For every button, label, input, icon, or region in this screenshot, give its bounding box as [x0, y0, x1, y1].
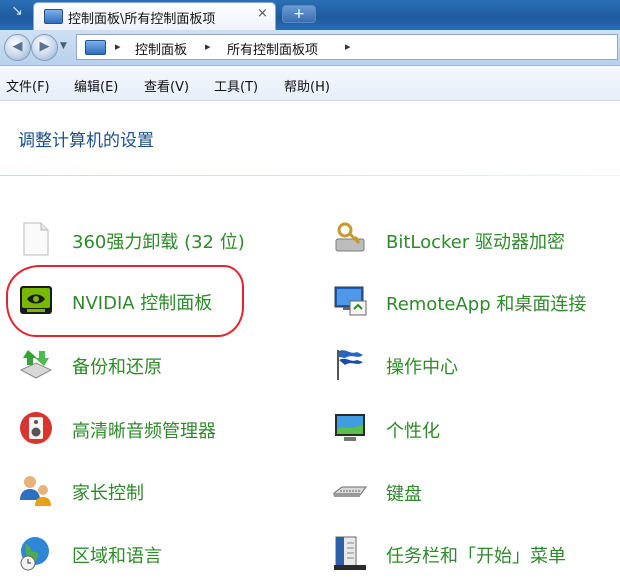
- divider: [0, 175, 620, 176]
- item-region-language[interactable]: 区域和语言: [18, 533, 268, 573]
- control-panel-icon: [85, 40, 106, 55]
- backup-icon: [19, 350, 53, 379]
- item-label: 备份和还原: [72, 357, 162, 378]
- tab-strip: ↘ 控制面板\所有控制面板项 × +: [0, 0, 620, 30]
- personalization-monitor-icon: [335, 414, 365, 441]
- page-title: 调整计算机的设置: [18, 131, 154, 151]
- control-panel-icon: [44, 9, 63, 24]
- item-taskbar-start-menu[interactable]: 任务栏和「开始」菜单: [332, 533, 612, 573]
- item-personalization[interactable]: 个性化: [332, 408, 612, 448]
- back-button[interactable]: ◀: [4, 34, 31, 61]
- breadcrumb-separator-icon[interactable]: ▸: [205, 40, 211, 53]
- breadcrumb-separator-icon[interactable]: ▸: [115, 40, 121, 53]
- annotation-highlight-circle: [6, 265, 244, 337]
- tab-control-panel[interactable]: 控制面板\所有控制面板项 ×: [33, 2, 276, 30]
- item-label: 高清晰音频管理器: [72, 421, 216, 442]
- item-label: BitLocker 驱动器加密: [386, 232, 566, 253]
- breadcrumb-control-panel[interactable]: 控制面板: [135, 39, 187, 58]
- item-label: 键盘: [386, 484, 422, 505]
- item-label: RemoteApp 和桌面连接: [386, 294, 587, 315]
- remoteapp-icon: [334, 286, 367, 316]
- menu-edit[interactable]: 编辑(E): [74, 76, 118, 95]
- item-label: 家长控制: [72, 483, 144, 504]
- item-backup-restore[interactable]: 备份和还原: [18, 344, 268, 384]
- parental-control-icon: [20, 476, 51, 506]
- recent-pages-dropdown-icon[interactable]: ▼: [60, 41, 67, 51]
- item-label: 360强力卸载 (32 位): [72, 232, 245, 253]
- globe-clock-icon: [20, 537, 49, 571]
- menu-file[interactable]: 文件(F): [6, 76, 50, 95]
- item-bitlocker[interactable]: BitLocker 驱动器加密: [332, 219, 612, 259]
- item-remoteapp[interactable]: RemoteApp 和桌面连接: [332, 281, 612, 321]
- breadcrumb-all-items[interactable]: 所有控制面板项: [227, 39, 318, 58]
- item-hd-audio-manager[interactable]: 高清晰音频管理器: [18, 408, 268, 448]
- bitlocker-key-icon: [335, 222, 365, 252]
- item-label: 任务栏和「开始」菜单: [386, 546, 566, 567]
- new-tab-button[interactable]: +: [282, 5, 316, 23]
- audio-speaker-icon: [20, 412, 52, 444]
- keyboard-icon: [333, 486, 367, 497]
- menu-view[interactable]: 查看(V): [144, 76, 189, 95]
- taskbar-start-menu-icon: [334, 536, 366, 570]
- item-label: 个性化: [386, 421, 440, 442]
- item-keyboard[interactable]: 键盘: [332, 471, 612, 511]
- item-action-center[interactable]: 操作中心: [332, 344, 612, 384]
- navigation-bar: ◀ ▶ ▼ ▸ 控制面板 ▸ 所有控制面板项 ▸: [0, 30, 620, 66]
- action-center-flag-icon: [337, 350, 363, 380]
- item-360-uninstall[interactable]: 360强力卸载 (32 位): [18, 219, 268, 259]
- item-parental-controls[interactable]: 家长控制: [18, 470, 268, 510]
- item-label: 区域和语言: [72, 546, 162, 567]
- tab-title: 控制面板\所有控制面板项: [68, 12, 216, 27]
- item-label: 操作中心: [386, 357, 458, 378]
- blank-document-icon: [23, 222, 49, 256]
- address-bar[interactable]: ▸ 控制面板 ▸ 所有控制面板项 ▸: [76, 34, 618, 60]
- menu-tools[interactable]: 工具(T): [214, 76, 258, 95]
- menu-bar: 文件(F) 编辑(E) 查看(V) 工具(T) 帮助(H): [0, 66, 620, 101]
- pin-icon[interactable]: ↘: [2, 0, 32, 26]
- close-tab-icon[interactable]: ×: [257, 6, 268, 21]
- breadcrumb-separator-icon[interactable]: ▸: [345, 40, 351, 53]
- menu-help[interactable]: 帮助(H): [284, 76, 330, 95]
- forward-button[interactable]: ▶: [31, 34, 58, 61]
